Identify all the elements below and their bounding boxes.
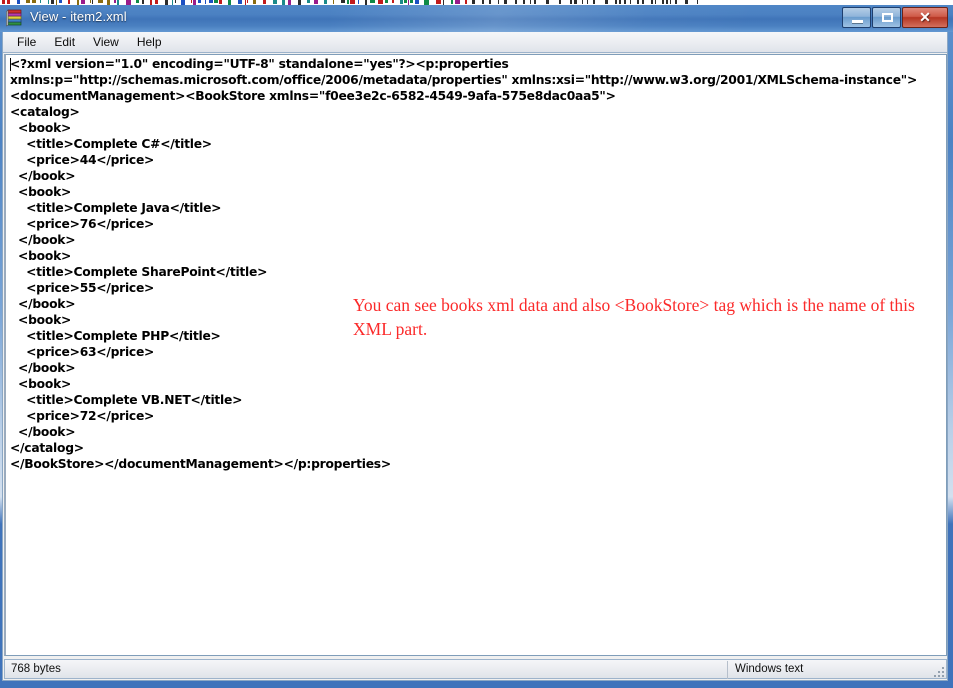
title-bar[interactable]: View - item2.xml ✕ (0, 5, 953, 32)
maximize-icon (882, 13, 893, 22)
menu-item-file[interactable]: File (8, 33, 45, 52)
menu-item-view[interactable]: View (84, 33, 128, 52)
minimize-button[interactable] (842, 7, 871, 28)
client-area: File Edit View Help <?xml version="1.0" … (2, 32, 948, 681)
xml-content[interactable]: <?xml version="1.0" encoding="UTF-8" sta… (10, 56, 917, 472)
status-encoding: Windows text (735, 663, 804, 675)
annotation-note: You can see books xml data and also <Boo… (353, 295, 915, 339)
window-frame: View - item2.xml ✕ File Edit View Help <… (0, 5, 953, 688)
xml-text-view[interactable]: <?xml version="1.0" encoding="UTF-8" sta… (4, 54, 947, 656)
window-title: View - item2.xml (30, 9, 127, 24)
close-button[interactable]: ✕ (902, 7, 948, 28)
resize-grip[interactable] (932, 665, 944, 677)
menu-item-edit[interactable]: Edit (45, 33, 84, 52)
menu-bar: File Edit View Help (3, 32, 947, 53)
book-stack-icon (6, 9, 22, 27)
status-bar: 768 bytes Windows text (4, 659, 947, 679)
maximize-button[interactable] (872, 7, 901, 28)
status-divider (727, 661, 728, 679)
menu-item-help[interactable]: Help (128, 33, 171, 52)
window-controls: ✕ (841, 7, 948, 29)
minimize-icon (852, 20, 863, 23)
status-file-size: 768 bytes (11, 663, 61, 675)
close-icon: ✕ (919, 9, 931, 25)
